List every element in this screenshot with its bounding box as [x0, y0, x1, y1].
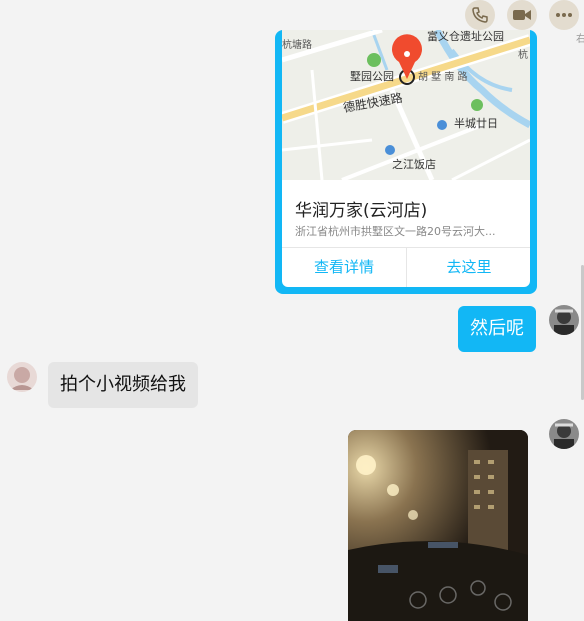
video-message-thumbnail[interactable] [348, 430, 528, 621]
map-label-park-top: 富义仓遗址公园 [427, 30, 504, 43]
map-preview[interactable]: 富义仓遗址公园 墅园公园 德胜快速路 杭塘路 杭 皇 胡 墅 南 路 半城廿日 … [282, 30, 530, 180]
map-label-lake-right: 杭 皇 [518, 48, 530, 61]
video-camera-icon [513, 10, 531, 20]
video-call-button[interactable] [507, 0, 537, 30]
map-label-park-right: 半城廿日 [454, 116, 498, 130]
avatar[interactable] [549, 419, 579, 449]
map-label-road-top-left: 杭塘路 [282, 38, 312, 51]
phone-icon [472, 7, 488, 23]
phone-call-button[interactable] [465, 0, 495, 30]
navigate-button[interactable]: 去这里 [407, 248, 530, 287]
location-name: 华润万家(云河店) [295, 201, 428, 221]
location-card-body: 富义仓遗址公园 墅园公园 德胜快速路 杭塘路 杭 皇 胡 墅 南 路 半城廿日 … [282, 30, 530, 287]
more-icon [556, 13, 572, 17]
map-label-park-left: 墅园公园 [350, 70, 394, 83]
message-bubble-left[interactable]: 拍个小视频给我 [48, 362, 198, 408]
map-label-lake-road: 胡 墅 南 路 [418, 70, 468, 83]
location-address: 浙江省杭州市拱墅区文一路20号云河大... [295, 225, 496, 238]
message-bubble-right[interactable]: 然后呢 [458, 306, 536, 352]
chat-toolbar [0, 0, 584, 32]
view-details-button[interactable]: 查看详情 [282, 248, 406, 287]
avatar[interactable] [7, 362, 37, 392]
truncated-edge-text: 右 [576, 34, 584, 45]
more-options-button[interactable] [549, 0, 579, 30]
map-label-hotel: 之江饭店 [392, 157, 436, 171]
avatar[interactable] [549, 305, 579, 335]
location-message[interactable]: 富义仓遗址公园 墅园公园 德胜快速路 杭塘路 杭 皇 胡 墅 南 路 半城廿日 … [275, 30, 537, 294]
